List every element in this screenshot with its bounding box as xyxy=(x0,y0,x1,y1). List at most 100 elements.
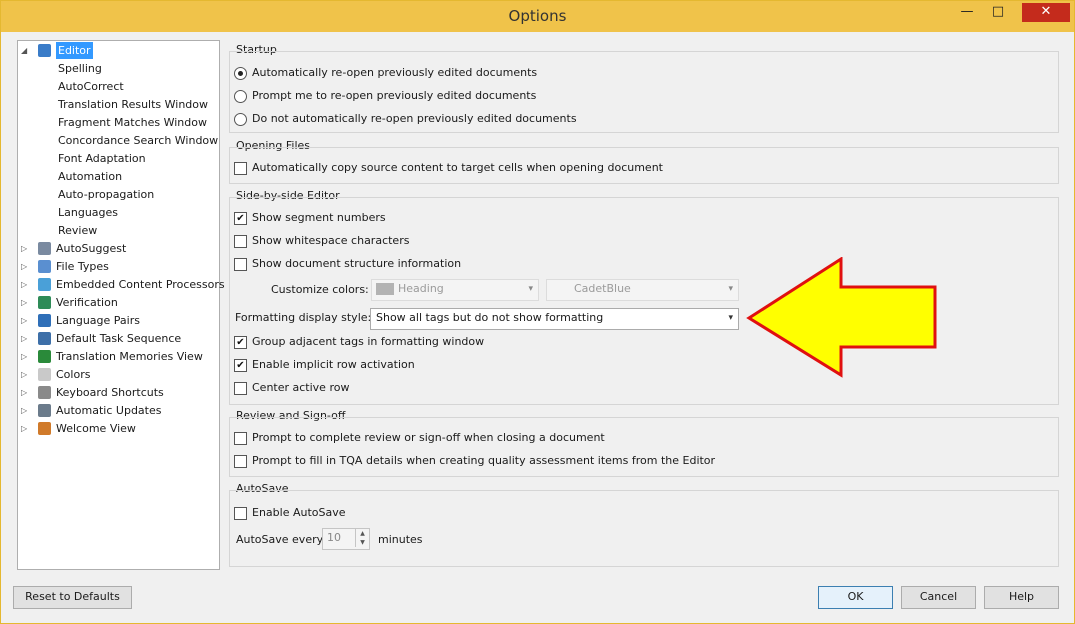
tree-item-label: Colors xyxy=(56,368,91,381)
tree-item[interactable]: Translation Results Window xyxy=(18,96,217,113)
maximize-button[interactable]: □ xyxy=(984,3,1012,23)
tree-item-label: AutoCorrect xyxy=(58,80,124,93)
tree-item[interactable]: ▷ AutoSuggest xyxy=(18,240,217,257)
group-tags-checkbox[interactable]: ✔ xyxy=(234,336,247,349)
expand-icon[interactable]: ▷ xyxy=(21,388,31,398)
help-button[interactable]: Help xyxy=(984,586,1059,609)
options-window: Options — □ ✕ ◢ Editor Spelling AutoCorrect… xyxy=(0,0,1075,624)
tree-item[interactable]: ▷ File Types xyxy=(18,258,217,275)
options-tree[interactable]: ◢ Editor Spelling AutoCorrect Translation Re… xyxy=(17,40,225,570)
tree-item[interactable]: ▷ Translation Memories View xyxy=(18,348,217,365)
stepper-arrows-icon[interactable]: ▲ ▼ xyxy=(355,529,369,547)
expand-icon[interactable]: ▷ xyxy=(21,406,31,416)
expand-icon[interactable]: ▷ xyxy=(21,298,31,308)
tree-item[interactable]: Concordance Search Window xyxy=(18,132,219,149)
show-whitespace-checkbox[interactable] xyxy=(234,235,247,248)
reset-defaults-button[interactable]: Reset to Defaults xyxy=(13,586,132,609)
collapse-icon[interactable]: ◢ xyxy=(21,46,31,56)
enable-autosave-checkbox[interactable] xyxy=(234,507,247,520)
tree-item[interactable]: AutoCorrect xyxy=(18,78,217,95)
tree-item[interactable]: Automation xyxy=(18,168,217,185)
expand-icon[interactable]: ▷ xyxy=(21,262,31,272)
cancel-button[interactable]: Cancel xyxy=(901,586,976,609)
embedded-content-icon xyxy=(38,278,51,291)
palette-icon xyxy=(38,368,51,381)
prompt-complete-checkbox[interactable] xyxy=(234,432,247,445)
startup-option-no-reopen-label: Do not automatically re-open previously … xyxy=(252,112,577,125)
tree-item-label: Welcome View xyxy=(56,422,136,435)
tree-item[interactable]: Spelling xyxy=(18,60,217,77)
chevron-down-icon: ▾ xyxy=(728,284,733,294)
center-row-checkbox[interactable] xyxy=(234,382,247,395)
expand-icon[interactable]: ▷ xyxy=(21,334,31,344)
color-value: CadetBlue xyxy=(574,282,631,295)
tree-item-label: Default Task Sequence xyxy=(56,332,182,345)
expand-icon[interactable]: ▷ xyxy=(21,244,31,254)
show-segment-numbers-checkbox[interactable]: ✔ xyxy=(234,212,247,225)
tree-item[interactable]: Review xyxy=(18,222,217,239)
tree-item-label: Languages xyxy=(58,206,119,219)
file-types-icon xyxy=(38,260,51,273)
tree-item[interactable]: ▷ Welcome View xyxy=(18,420,217,437)
translation-memory-icon xyxy=(38,350,51,363)
tree-item[interactable]: Languages xyxy=(18,204,217,221)
ok-button[interactable]: OK xyxy=(818,586,893,609)
color-element-value: Heading xyxy=(398,282,444,295)
tree-item[interactable]: ▷ Colors xyxy=(18,366,217,383)
startup-radio-reopen[interactable] xyxy=(234,67,247,80)
tree-item-label: Translation Results Window xyxy=(58,98,209,111)
startup-option-prompt-label: Prompt me to re-open previously edited d… xyxy=(252,89,537,102)
startup-radio-prompt[interactable] xyxy=(234,90,247,103)
title-bar: Options — □ ✕ xyxy=(1,1,1074,32)
color-swatch xyxy=(376,283,394,295)
center-row-label: Center active row xyxy=(252,381,350,394)
tree-item-label: Auto-propagation xyxy=(58,188,155,201)
tree-item[interactable]: ◢ Editor xyxy=(18,42,217,59)
expand-icon[interactable]: ▷ xyxy=(21,352,31,362)
close-button[interactable]: ✕ xyxy=(1022,3,1070,22)
expand-icon[interactable]: ▷ xyxy=(21,424,31,434)
keyboard-icon xyxy=(38,386,51,399)
startup-option-reopen-label: Automatically re-open previously edited … xyxy=(252,66,538,79)
autosave-interval-stepper[interactable]: 10 ▲ ▼ xyxy=(322,528,370,550)
tree-item[interactable]: ▷ Automatic Updates xyxy=(18,402,217,419)
prompt-tqa-checkbox[interactable] xyxy=(234,455,247,468)
tree-item-label: Fragment Matches Window xyxy=(58,116,207,129)
prompt-complete-label: Prompt to complete review or sign-off wh… xyxy=(252,431,605,444)
show-structure-label: Show document structure information xyxy=(252,257,462,270)
tree-item[interactable]: ▷ Verification xyxy=(18,294,217,311)
minimize-button[interactable]: — xyxy=(953,3,981,23)
group-tags-label: Group adjacent tags in formatting window xyxy=(252,335,485,348)
startup-radio-no-reopen[interactable] xyxy=(234,113,247,126)
formatting-style-dropdown[interactable]: Show all tags but do not show formatting… xyxy=(370,308,739,330)
autosave-interval-value: 10 xyxy=(327,531,341,544)
color-element-dropdown[interactable]: Heading ▾ xyxy=(371,279,539,301)
tree-item[interactable]: Fragment Matches Window xyxy=(18,114,217,131)
copy-source-checkbox[interactable] xyxy=(234,162,247,175)
formatting-style-label: Formatting display style: xyxy=(235,311,372,324)
tree-item[interactable]: ▷ Embedded Content Processors xyxy=(18,276,225,293)
tree-item-label: Translation Memories View xyxy=(56,350,203,363)
tree-item[interactable]: ▷ Language Pairs xyxy=(18,312,217,329)
tree-item-label: Concordance Search Window xyxy=(58,134,219,147)
expand-icon[interactable]: ▷ xyxy=(21,316,31,326)
implicit-row-checkbox[interactable]: ✔ xyxy=(234,359,247,372)
window-title: Options xyxy=(508,7,567,25)
tree-item-label: Spelling xyxy=(58,62,102,75)
tree-item[interactable]: Auto-propagation xyxy=(18,186,217,203)
globe-icon xyxy=(38,314,51,327)
color-value-dropdown[interactable]: CadetBlue ▾ xyxy=(546,279,739,301)
arrow-shape xyxy=(746,257,937,378)
chevron-down-icon: ▾ xyxy=(528,284,533,294)
tree-item-label: Embedded Content Processors xyxy=(56,278,225,291)
tree-item[interactable]: ▷ Keyboard Shortcuts xyxy=(18,384,217,401)
expand-icon[interactable]: ▷ xyxy=(21,370,31,380)
pencil-icon xyxy=(38,44,51,57)
tree-item[interactable]: ▷ Default Task Sequence xyxy=(18,330,217,347)
tree-item[interactable]: Font Adaptation xyxy=(18,150,217,167)
expand-icon[interactable]: ▷ xyxy=(21,280,31,290)
autosave-every-label: AutoSave every xyxy=(236,533,324,546)
tree-item-label: Automatic Updates xyxy=(56,404,162,417)
minutes-label: minutes xyxy=(378,533,423,546)
show-structure-checkbox[interactable] xyxy=(234,258,247,271)
